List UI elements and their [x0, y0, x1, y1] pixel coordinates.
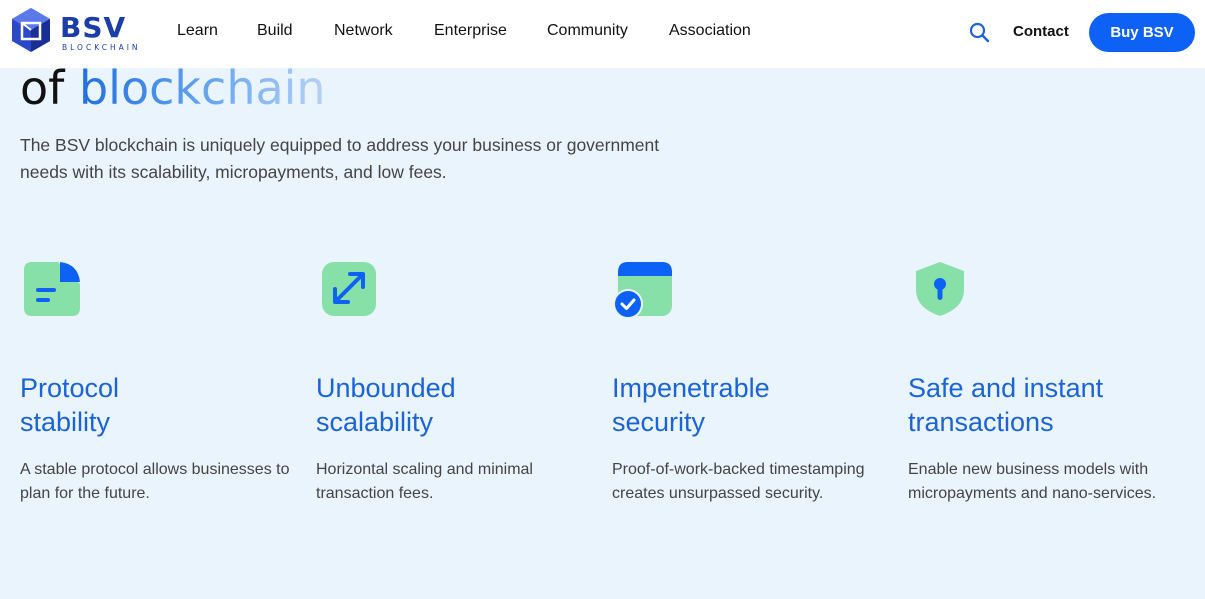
logo-text: BSV [60, 11, 127, 44]
feature-text: Enable new business models with micropay… [908, 461, 1157, 502]
feature-text: A stable protocol allows businesses to p… [20, 461, 290, 502]
nav-enterprise[interactable]: Enterprise [434, 22, 507, 40]
buy-bsv-button[interactable]: Buy BSV [1089, 13, 1195, 52]
feature-text: Horizontal scaling and minimal transacti… [316, 461, 533, 502]
feature-title: Impenetrable security [612, 373, 770, 437]
feature-title: Protocol stability [20, 373, 120, 437]
nav-build[interactable]: Build [257, 22, 293, 40]
expand-arrows-icon [322, 262, 376, 316]
contact-link[interactable]: Contact [1013, 23, 1069, 40]
feature-title: Safe and instant transactions [908, 373, 1104, 437]
hero-lead: The BSV blockchain is uniquely equipped … [20, 135, 660, 182]
document-icon [24, 262, 80, 316]
search-icon[interactable] [968, 21, 990, 43]
nav-learn[interactable]: Learn [177, 22, 218, 40]
feature-text: Proof-of-work-backed timestamping create… [612, 461, 865, 502]
calendar-check-icon [613, 262, 672, 319]
feature-title: Unbounded scalability [316, 373, 456, 437]
feature-card-impenetrable-security: Impenetrable security Proof-of-work-backe… [612, 258, 892, 502]
nav-community[interactable]: Community [547, 22, 628, 40]
feature-card-protocol-stability: Protocol stability A stable protocol allo… [20, 258, 300, 502]
nav-association[interactable]: Association [669, 22, 751, 40]
logo-subtext: BLOCKCHAIN [62, 43, 141, 52]
site-header: BSV BLOCKCHAIN Learn Build Network Enter… [0, 0, 1205, 68]
hero-title-gradient: blockchain [78, 61, 326, 115]
feature-card-unbounded-scalability: Unbounded scalability Horizontal scaling … [316, 258, 596, 502]
nav-network[interactable]: Network [334, 22, 393, 40]
bsv-cube-icon [12, 8, 50, 52]
bsv-logo[interactable]: BSV BLOCKCHAIN [10, 6, 145, 54]
shield-lock-icon [916, 262, 964, 316]
feature-card-safe-instant-transactions: Safe and instant transactions Enable new … [908, 258, 1188, 502]
hero-title-dark: of [20, 61, 65, 115]
